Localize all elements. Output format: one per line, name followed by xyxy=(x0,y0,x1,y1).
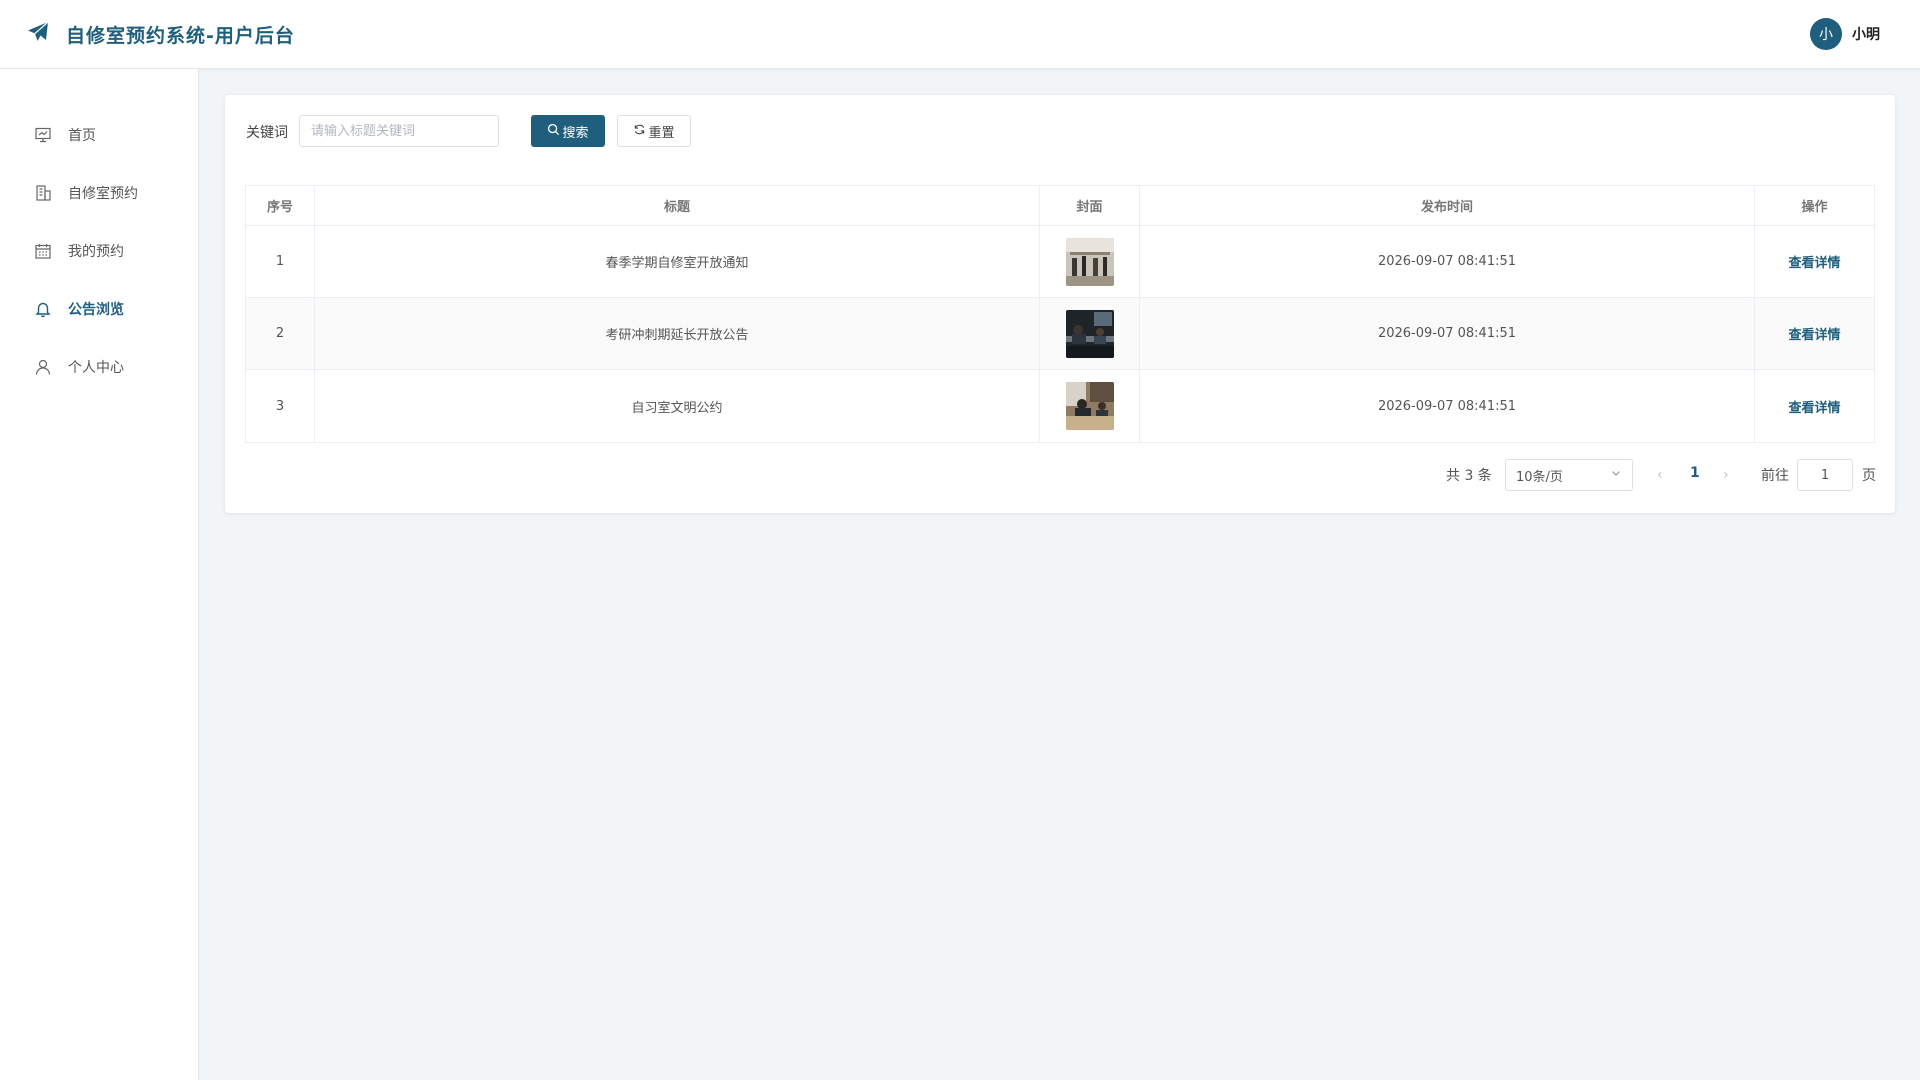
presentation-icon xyxy=(34,126,52,144)
app-title: 自修室预约系统-用户后台 xyxy=(66,24,295,47)
view-details-link[interactable]: 查看详情 xyxy=(1788,252,1840,271)
user-name[interactable]: 小明 xyxy=(1852,24,1880,44)
goto-suffix: 页 xyxy=(1862,468,1876,484)
page-size-select[interactable]: 10条/页 xyxy=(1505,459,1633,491)
sidebar-item-label: 公告浏览 xyxy=(68,302,124,318)
column-header-index: 序号 xyxy=(246,186,315,225)
row-publish-time: 2026-09-07 08:41:51 xyxy=(1140,370,1755,442)
sidebar-item-profile[interactable]: 个人中心 xyxy=(0,347,199,387)
view-details-link[interactable]: 查看详情 xyxy=(1788,324,1840,343)
avatar[interactable]: 小 xyxy=(1810,18,1842,50)
building-icon xyxy=(34,184,52,202)
row-publish-time: 2026-09-07 08:41:51 xyxy=(1140,298,1755,369)
paper-plane-icon xyxy=(26,20,50,48)
cover-image[interactable] xyxy=(1065,237,1114,286)
total-count: 共 3 条 xyxy=(1446,468,1492,484)
goto-page-input[interactable] xyxy=(1797,459,1853,491)
sidebar-item-my-bookings[interactable]: 我的预约 xyxy=(0,231,199,271)
column-header-time: 发布时间 xyxy=(1140,186,1755,225)
row-index: 2 xyxy=(246,298,315,369)
view-details-link[interactable]: 查看详情 xyxy=(1788,397,1840,416)
sidebar-item-label: 我的预约 xyxy=(68,244,124,260)
action-cell: 查看详情 xyxy=(1755,226,1874,297)
sidebar-item-home[interactable]: 首页 xyxy=(0,115,199,155)
goto-label: 前往 xyxy=(1761,468,1789,484)
column-header-cover: 封面 xyxy=(1040,186,1140,225)
user-icon xyxy=(34,358,52,376)
sidebar: 首页 自修室预约 我的预约 公告浏览 个人中心 xyxy=(0,69,199,1080)
sidebar-item-label: 自修室预约 xyxy=(68,186,138,202)
search-button-label: 搜索 xyxy=(562,125,589,141)
calendar-icon xyxy=(34,242,52,260)
table-row: 3 自习室文明公约 2026-09-07 08:41:51 查看详情 xyxy=(246,370,1874,442)
sidebar-item-announcements[interactable]: 公告浏览 xyxy=(0,289,199,329)
page-size-value: 10条/页 xyxy=(1516,469,1563,485)
announcement-card: 关键词 搜索 重置 序号 标题 封面 发布时间 操作 1 春季学期自修室开放通知 xyxy=(225,95,1895,513)
row-title: 考研冲刺期延长开放公告 xyxy=(315,298,1040,369)
row-title: 春季学期自修室开放通知 xyxy=(315,226,1040,297)
cover-cell xyxy=(1040,370,1140,442)
top-header: 自修室预约系统-用户后台 小 小明 xyxy=(0,0,1920,69)
cover-cell xyxy=(1040,226,1140,297)
column-header-title: 标题 xyxy=(315,186,1040,225)
row-title: 自习室文明公约 xyxy=(315,370,1040,442)
table-row: 1 春季学期自修室开放通知 2026-09-07 08:41:51 查看详情 xyxy=(246,226,1874,298)
row-index: 1 xyxy=(246,226,315,297)
search-button[interactable]: 搜索 xyxy=(531,115,605,147)
sidebar-item-label: 个人中心 xyxy=(68,360,124,376)
column-header-action: 操作 xyxy=(1801,200,1828,215)
page-number-current[interactable]: 1 xyxy=(1690,465,1700,481)
cover-cell xyxy=(1040,298,1140,369)
chevron-down-icon xyxy=(1610,467,1622,483)
search-icon xyxy=(547,123,562,140)
announcement-table: 序号 标题 封面 发布时间 操作 1 春季学期自修室开放通知 2026-09-0… xyxy=(245,185,1875,443)
user-menu[interactable]: 小 小明 xyxy=(1810,18,1880,50)
sidebar-item-label: 首页 xyxy=(68,128,96,144)
table-header: 序号 标题 封面 发布时间 操作 xyxy=(246,186,1874,226)
reset-button[interactable]: 重置 xyxy=(617,115,691,147)
keyword-label: 关键词 xyxy=(246,125,288,141)
cover-image[interactable] xyxy=(1065,309,1114,358)
brand: 自修室预约系统-用户后台 xyxy=(26,20,295,48)
row-index: 3 xyxy=(246,370,315,442)
table-row: 2 考研冲刺期延长开放公告 2026-09-07 08:41:51 查看详情 xyxy=(246,298,1874,370)
action-cell: 查看详情 xyxy=(1755,298,1874,369)
reset-button-label: 重置 xyxy=(648,125,675,141)
refresh-icon xyxy=(633,123,648,140)
sidebar-item-room-booking[interactable]: 自修室预约 xyxy=(0,173,199,213)
action-cell: 查看详情 xyxy=(1755,370,1874,442)
bell-icon xyxy=(34,300,52,318)
keyword-input[interactable] xyxy=(299,115,499,147)
row-publish-time: 2026-09-07 08:41:51 xyxy=(1140,226,1755,297)
cover-image[interactable] xyxy=(1065,382,1114,430)
prev-page-button[interactable]: ‹ xyxy=(1657,467,1663,483)
next-page-button[interactable]: › xyxy=(1723,467,1729,483)
